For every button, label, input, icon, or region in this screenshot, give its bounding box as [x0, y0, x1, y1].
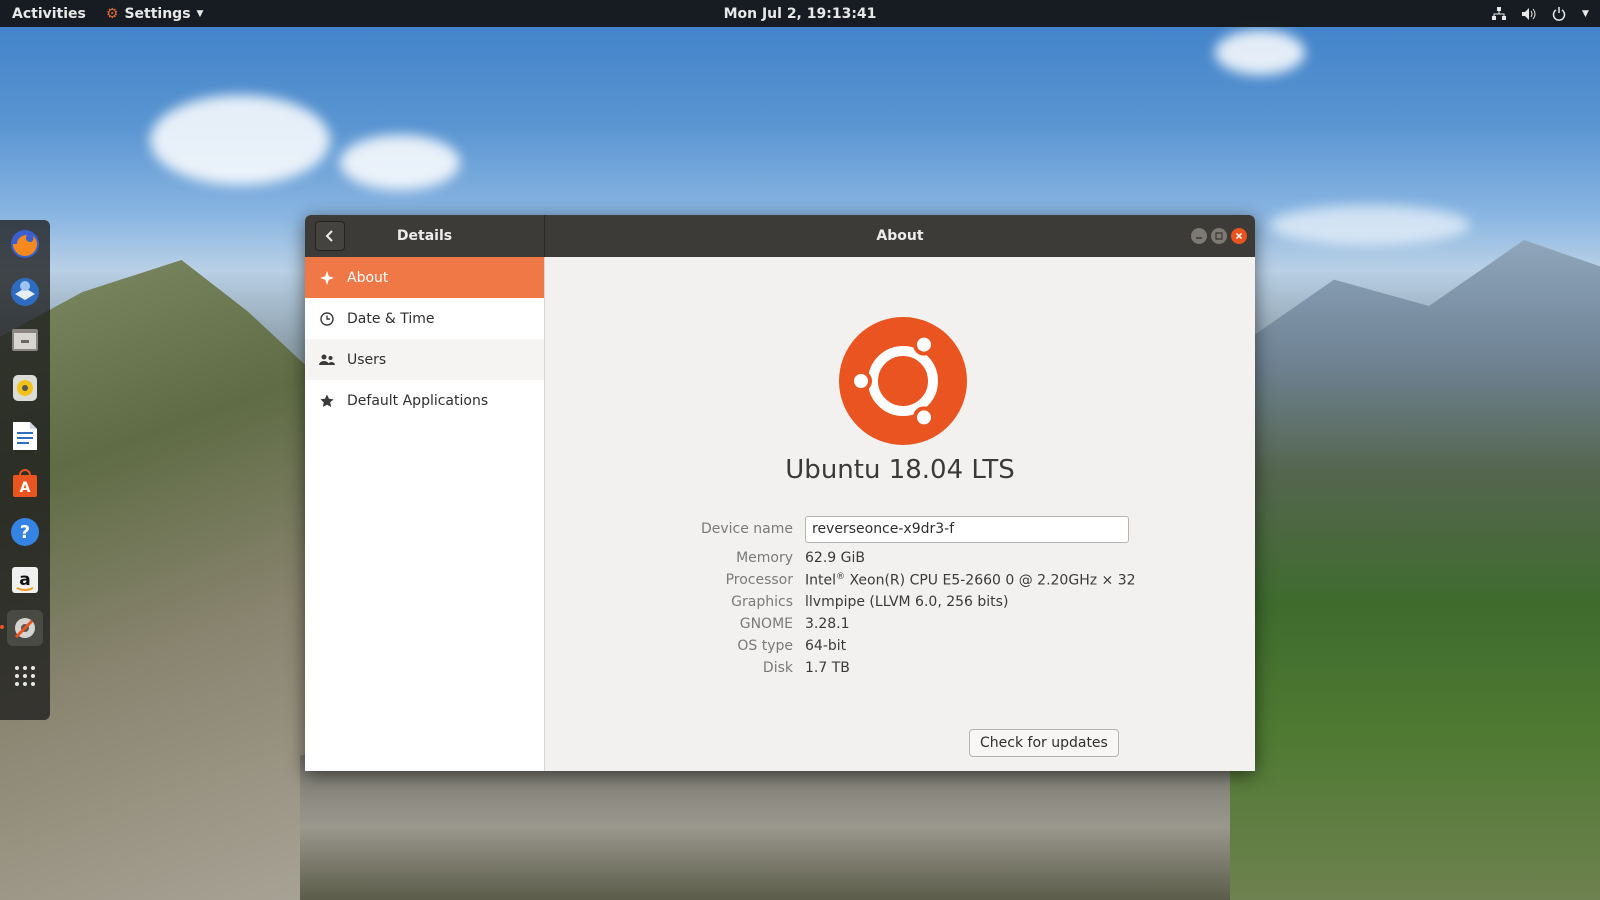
sidebar: About Date & Time Users Default Applicat… — [305, 257, 545, 771]
sidebar-item-about[interactable]: About — [305, 257, 544, 298]
power-icon[interactable] — [1551, 6, 1567, 22]
network-icon[interactable] — [1491, 6, 1507, 22]
users-icon — [319, 352, 335, 368]
sidebar-header: Details — [305, 215, 545, 257]
sidebar-item-label: Default Applications — [347, 392, 489, 409]
sidebar-item-label: About — [347, 269, 389, 286]
svg-text:?: ? — [20, 522, 30, 543]
device-name-label: Device name — [700, 521, 793, 537]
sparkle-icon — [319, 270, 335, 286]
window-controls — [1191, 228, 1247, 244]
svg-text:A: A — [20, 480, 31, 496]
chevron-left-icon — [325, 230, 333, 242]
memory-value: 62.9 GiB — [805, 550, 865, 566]
chevron-down-icon[interactable]: ▼ — [1581, 6, 1590, 22]
device-name-field[interactable] — [805, 515, 1129, 543]
disk-label: Disk — [762, 660, 793, 676]
check-for-updates-button[interactable]: Check for updates — [969, 729, 1119, 757]
chevron-down-icon: ▼ — [196, 8, 204, 19]
os-name: Ubuntu 18.04 LTS — [785, 455, 1015, 485]
sidebar-item-users[interactable]: Users — [305, 339, 544, 380]
sidebar-item-label: Date & Time — [347, 310, 435, 327]
app-menu[interactable]: ⚙ Settings ▼ — [98, 6, 212, 22]
writer-icon[interactable] — [7, 418, 43, 454]
os-type-label: OS type — [737, 638, 793, 654]
about-panel: Ubuntu 18.04 LTS Device name Memory 62.9… — [545, 257, 1255, 771]
activities-button[interactable]: Activities — [0, 6, 98, 22]
clock[interactable]: Mon Jul 2, 19:13:41 — [0, 6, 1600, 22]
system-tray[interactable]: ▼ — [1491, 0, 1590, 27]
files-icon[interactable] — [7, 322, 43, 358]
dock: A ? a — [0, 220, 50, 720]
volume-icon[interactable] — [1521, 6, 1537, 22]
registered-mark: ® — [836, 571, 845, 582]
minimize-button[interactable] — [1191, 228, 1207, 244]
close-icon — [1235, 232, 1243, 240]
app-grid-icon[interactable] — [7, 658, 43, 694]
content-header: About — [545, 215, 1255, 257]
back-button[interactable] — [315, 221, 345, 251]
settings-window: Details About About Date & Time Users De… — [305, 215, 1255, 771]
sidebar-item-date-time[interactable]: Date & Time — [305, 298, 544, 339]
star-icon — [319, 393, 335, 409]
disk-value: 1.7 TB — [805, 660, 850, 676]
thunderbird-icon[interactable] — [7, 274, 43, 310]
rhythmbox-icon[interactable] — [7, 370, 43, 406]
software-center-icon[interactable]: A — [7, 466, 43, 502]
firefox-icon[interactable] — [7, 226, 43, 262]
minimize-icon — [1196, 237, 1202, 239]
processor-label: Processor — [725, 572, 793, 588]
gnome-label: GNOME — [739, 616, 793, 632]
maximize-icon — [1215, 232, 1223, 240]
sidebar-item-label: Users — [347, 351, 387, 368]
processor-value: Intel® Xeon(R) CPU E5-2660 0 @ 2.20GHz ×… — [805, 572, 1136, 589]
window-titlebar[interactable]: Details About — [305, 215, 1255, 257]
close-button[interactable] — [1231, 228, 1247, 244]
memory-label: Memory — [736, 550, 793, 566]
system-info: Device name Memory 62.9 GiB Processor In… — [645, 515, 1136, 679]
clock-icon — [319, 311, 335, 327]
settings-icon[interactable] — [0, 610, 43, 646]
app-menu-label: Settings — [124, 5, 191, 22]
ubuntu-logo-icon — [839, 317, 967, 445]
amazon-icon[interactable]: a — [7, 562, 43, 598]
gnome-value: 3.28.1 — [805, 616, 850, 632]
settings-app-icon: ⚙ — [105, 5, 119, 22]
page-title: About — [876, 228, 924, 244]
processor-model: Xeon(R) CPU E5-2660 0 @ 2.20GHz × 32 — [845, 572, 1136, 589]
graphics-value: llvmpipe (LLVM 6.0, 256 bits) — [805, 594, 1009, 610]
sidebar-item-default-applications[interactable]: Default Applications — [305, 380, 544, 421]
help-icon[interactable]: ? — [7, 514, 43, 550]
maximize-button[interactable] — [1211, 228, 1227, 244]
top-panel: Activities ⚙ Settings ▼ Mon Jul 2, 19:13… — [0, 0, 1600, 27]
os-type-value: 64-bit — [805, 638, 847, 654]
graphics-label: Graphics — [731, 594, 793, 610]
svg-text:a: a — [19, 570, 30, 590]
processor-brand: Intel — [805, 572, 836, 589]
